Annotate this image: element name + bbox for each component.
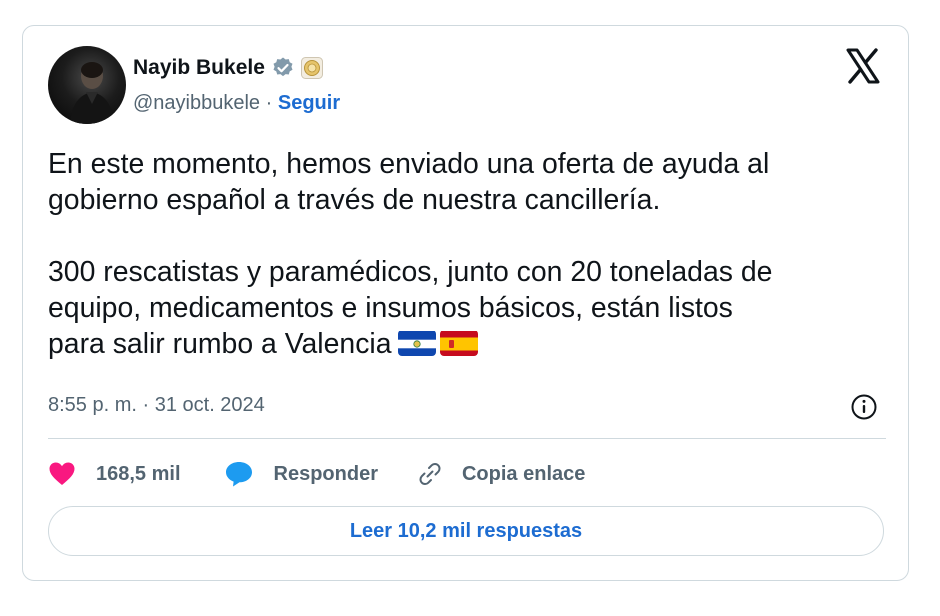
tweet-line: 300 rescatistas y paramédicos, junto con… <box>48 256 773 288</box>
link-icon <box>415 459 445 489</box>
el-salvador-flag <box>397 330 436 356</box>
tweet-line: equipo, medicamentos e insumos básicos, … <box>48 292 733 324</box>
author-name-row: Nayib Bukele <box>133 56 323 80</box>
author-handle-row: @nayibbukele · Seguir <box>133 92 340 115</box>
government-seal-icon <box>300 57 323 79</box>
tweet-card: Nayib Bukele @nayibbukele · Seguir En es… <box>22 25 909 581</box>
copy-link-label: Copia enlace <box>461 462 586 485</box>
tweet-text: En este momento, hemos enviado una ofert… <box>48 146 888 362</box>
verified-badge-icon <box>271 56 295 80</box>
tweet-line: En este momento, hemos enviado una ofert… <box>48 148 770 180</box>
read-replies-button[interactable]: Leer 10,2 mil respuestas <box>48 506 884 556</box>
reply-label: Responder <box>273 462 378 485</box>
follow-button[interactable]: Seguir <box>278 92 340 114</box>
like-button[interactable]: 168,5 mil <box>48 461 181 487</box>
copy-link-button[interactable]: Copia enlace <box>415 459 585 489</box>
divider <box>48 438 886 439</box>
info-icon[interactable] <box>850 393 878 421</box>
spain-flag <box>439 330 478 356</box>
tweet-timestamp[interactable]: 8:55 p. m. · 31 oct. 2024 <box>48 394 265 417</box>
avatar-portrait <box>70 62 114 124</box>
handle-separator: · <box>265 92 273 114</box>
likes-count: 168,5 mil <box>96 462 181 485</box>
reply-button[interactable]: Responder <box>224 460 378 488</box>
tweet-actions: 168,5 mil Responder Copia enlace <box>48 456 585 492</box>
speech-bubble-icon <box>224 460 254 488</box>
x-logo-icon[interactable] <box>845 48 881 84</box>
tweet-line: gobierno español a través de nuestra can… <box>48 184 661 216</box>
heart-icon <box>48 461 76 487</box>
author-handle[interactable]: @nayibbukele <box>133 92 260 114</box>
avatar[interactable] <box>48 46 126 124</box>
author-name[interactable]: Nayib Bukele <box>133 56 265 80</box>
tweet-line: para salir rumbo a Valencia <box>48 328 392 360</box>
tweet-last-line: para salir rumbo a Valencia <box>48 326 888 362</box>
